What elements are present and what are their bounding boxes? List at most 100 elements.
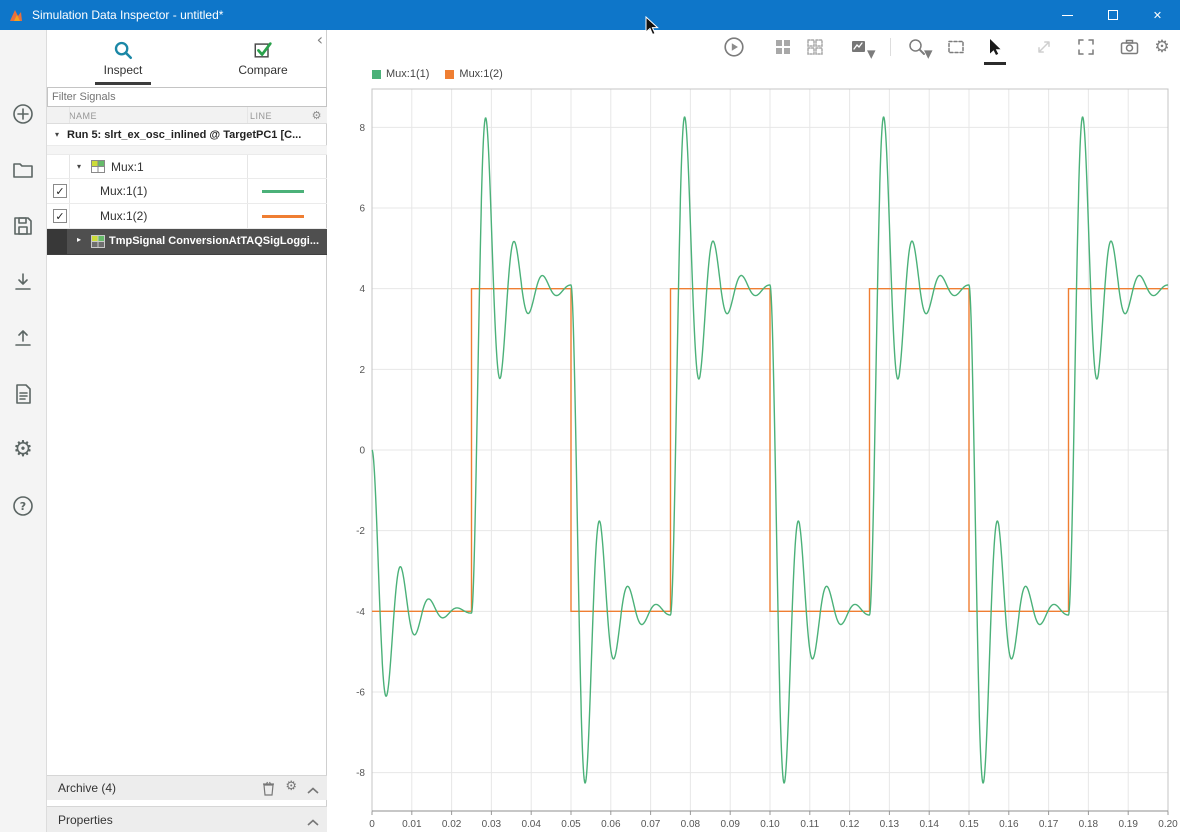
signal-line-swatch [262,215,304,218]
layout-edit-button[interactable] [802,34,828,60]
svg-text:0.09: 0.09 [720,819,740,830]
signal-label: Mux:1(2) [100,209,147,223]
zoom-button[interactable]: ▾ [901,34,933,60]
legend-swatch [372,70,381,79]
import-icon [11,270,35,294]
svg-text:0.12: 0.12 [840,819,860,830]
legend-item: Mux:1(2) [445,68,502,80]
add-button[interactable] [5,96,41,132]
trash-icon[interactable] [262,781,275,796]
svg-text:0.19: 0.19 [1118,819,1138,830]
column-gear-icon[interactable]: ⚙ [312,109,322,122]
plot-settings-button[interactable]: ⚙ [1149,34,1175,60]
legend-item: Mux:1(1) [372,68,429,80]
help-icon: ? [11,494,35,518]
layout-grid-button[interactable] [770,34,796,60]
export-icon [11,326,35,350]
legend-label: Mux:1(1) [386,68,429,80]
maximize-button[interactable] [1090,0,1135,30]
svg-text:0.14: 0.14 [919,819,939,830]
import-button[interactable] [5,264,41,300]
preferences-button[interactable]: ⚙ [5,432,41,468]
fit-to-view-icon [1076,37,1096,57]
camera-icon [1119,37,1140,57]
report-button[interactable] [5,376,41,412]
svg-text:0.03: 0.03 [482,819,502,830]
app-icon [8,7,24,23]
signal-row-1[interactable]: ✓ Mux:1(1) [47,179,327,204]
plot-area: ▾ ▾ [327,30,1180,832]
svg-text:0.15: 0.15 [959,819,979,830]
mux-signal-icon [91,160,105,173]
tab-inspect[interactable]: Inspect [59,30,187,86]
minimize-button[interactable] [1045,0,1090,30]
svg-text:2: 2 [359,365,365,376]
svg-text:0.17: 0.17 [1039,819,1059,830]
mux-group-row[interactable]: ▾ Mux:1 [47,155,327,179]
layout-grid-icon [773,37,793,57]
help-button[interactable]: ? [5,488,41,524]
layout-edit-icon [805,37,825,57]
mouse-cursor [645,16,661,38]
selected-signal-row[interactable]: ▸ TmpSignal ConversionAtTAQSigLoggi... [47,229,327,255]
diagonal-arrows-icon [1034,37,1054,57]
name-column-header: NAME [69,111,97,121]
pointer-arrow-icon [984,37,1004,57]
svg-text:0.16: 0.16 [999,819,1019,830]
snapshot-button[interactable] [1116,34,1142,60]
properties-bar[interactable]: Properties [47,806,327,832]
play-button[interactable] [721,34,747,60]
expand-caret-icon[interactable]: ▸ [77,235,81,244]
close-button[interactable]: ✕ [1135,0,1180,30]
tab-compare-label: Compare [238,63,287,77]
visualization-gallery-button[interactable]: ▾ [843,34,877,60]
dropdown-caret-icon: ▾ [924,46,933,63]
marquee-rect-icon [946,37,966,57]
titlebar: Simulation Data Inspector - untitled* ✕ [0,0,1180,30]
svg-text:-8: -8 [356,768,365,779]
gear-icon: ⚙ [13,439,33,461]
chevron-up-icon[interactable] [307,784,319,798]
signal-line-swatch [262,190,304,193]
compare-check-icon [253,40,273,60]
legend-swatch [445,70,454,79]
svg-text:0.05: 0.05 [561,819,581,830]
dropdown-caret-icon: ▾ [867,46,876,63]
legend-label: Mux:1(2) [459,68,502,80]
signal-checkbox[interactable]: ✓ [53,184,67,198]
left-toolbar: ⚙ ? [0,30,47,832]
chevron-up-icon[interactable] [307,816,319,830]
svg-text:0.10: 0.10 [760,819,780,830]
archive-label: Archive (4) [58,781,116,795]
archive-gear-icon[interactable]: ⚙ [285,779,297,794]
pan-button[interactable] [1031,34,1057,60]
save-button[interactable] [5,208,41,244]
archive-bar[interactable]: Archive (4) ⚙ [47,775,327,800]
collapse-panel-icon[interactable]: ‹ [317,32,323,48]
export-button[interactable] [5,320,41,356]
svg-text:0.13: 0.13 [880,819,900,830]
open-button[interactable] [5,152,41,188]
add-icon [11,102,35,126]
svg-text:0.08: 0.08 [681,819,701,830]
tab-compare[interactable]: Compare [199,30,327,86]
svg-text:6: 6 [359,203,365,214]
zoom-region-button[interactable] [943,34,969,60]
plot-legend: Mux:1(1) Mux:1(2) [372,68,503,80]
app-window: Simulation Data Inspector - untitled* ✕ [0,0,1180,832]
expand-caret-icon[interactable]: ▾ [55,124,59,146]
signal-row-2[interactable]: ✓ Mux:1(2) [47,204,327,229]
mux-signal-icon [91,235,105,248]
active-tool-underline [984,62,1006,65]
run-row[interactable]: ▾ Run 5: slrt_ex_osc_inlined @ TargetPC1… [47,124,327,146]
fit-to-view-button[interactable] [1073,34,1099,60]
document-icon [11,382,35,406]
signal-label: Mux:1(1) [100,184,147,198]
filter-signals-input[interactable] [47,87,327,107]
signal-plot-canvas[interactable]: 00.010.020.030.040.050.060.070.080.090.1… [327,80,1180,832]
svg-text:0.01: 0.01 [402,819,422,830]
signal-table-header: NAME LINE ⚙ [47,107,327,124]
signal-checkbox[interactable]: ✓ [53,209,67,223]
expand-caret-icon[interactable]: ▾ [77,155,81,179]
pointer-tool-button[interactable] [981,34,1007,60]
